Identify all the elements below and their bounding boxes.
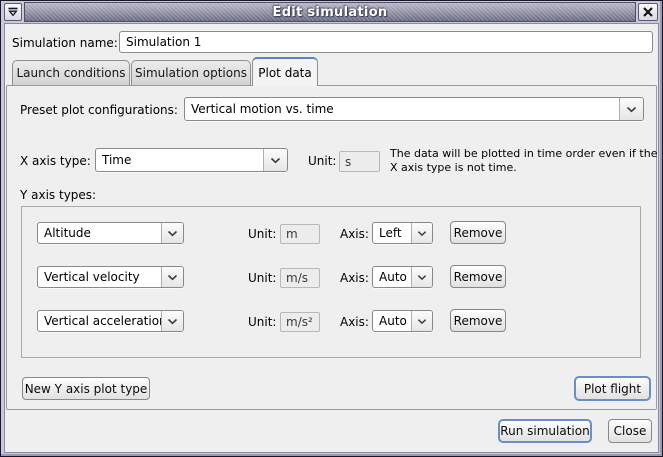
- chevron-down-icon: [411, 267, 432, 287]
- x-axis-unit-field: s: [339, 151, 380, 172]
- combo-value: Vertical acceleration: [38, 311, 161, 331]
- combo-value: Vertical velocity: [38, 267, 161, 287]
- remove-button[interactable]: Remove: [450, 265, 506, 288]
- window-menu-button[interactable]: [4, 3, 22, 21]
- edit-simulation-dialog: Edit simulation Simulation name: Launch …: [0, 0, 663, 457]
- x-axis-note: The data will be plotted in time order e…: [390, 147, 663, 175]
- run-simulation-button-label: Run simulation: [500, 424, 589, 438]
- plot-flight-button[interactable]: Plot flight: [574, 376, 651, 401]
- preset-plot-combobox[interactable]: Vertical motion vs. time: [184, 97, 644, 121]
- preset-plot-label: Preset plot configurations:: [20, 103, 178, 117]
- remove-button-label: Remove: [454, 314, 503, 328]
- axis-combobox[interactable]: Auto: [372, 310, 433, 332]
- y-unit-field: m/s: [280, 268, 320, 288]
- y-unit-label: Unit:: [248, 271, 276, 285]
- close-dialog-button[interactable]: Close: [608, 419, 652, 443]
- y-unit-field: m/s²: [280, 312, 320, 332]
- simulation-name-input[interactable]: [119, 31, 653, 53]
- titlebar: Edit simulation: [24, 2, 636, 22]
- window-menu-icon: [7, 6, 19, 18]
- y-type-combobox[interactable]: Vertical velocity: [37, 266, 184, 288]
- chevron-down-icon: [411, 311, 432, 331]
- simulation-name-label: Simulation name:: [12, 36, 118, 50]
- y-unit-field: m: [280, 224, 320, 244]
- remove-button-label: Remove: [454, 226, 503, 240]
- tab-label: Simulation options: [135, 66, 247, 80]
- chevron-down-icon: [411, 223, 432, 243]
- combo-value: Left: [373, 223, 411, 243]
- x-axis-unit-label: Unit:: [308, 154, 336, 168]
- remove-button[interactable]: Remove: [450, 221, 506, 244]
- combo-value: Auto: [373, 311, 411, 331]
- plot-flight-button-label: Plot flight: [584, 382, 641, 396]
- y-axis-types-label: Y axis types:: [20, 188, 96, 202]
- x-axis-type-combobox[interactable]: Time: [95, 148, 288, 172]
- axis-side-label: Axis:: [340, 271, 369, 285]
- chevron-down-icon: [263, 149, 287, 171]
- y-unit-label: Unit:: [248, 227, 276, 241]
- combo-value: Auto: [373, 267, 411, 287]
- tab-label: Plot data: [258, 66, 311, 80]
- axis-side-label: Axis:: [340, 227, 369, 241]
- close-button[interactable]: [638, 3, 658, 21]
- chevron-down-icon: [161, 267, 183, 287]
- remove-button[interactable]: Remove: [450, 309, 506, 332]
- axis-combobox[interactable]: Left: [372, 222, 433, 244]
- run-simulation-button[interactable]: Run simulation: [498, 419, 592, 443]
- axis-side-label: Axis:: [340, 315, 369, 329]
- window-title: Edit simulation: [273, 5, 388, 20]
- chevron-down-icon: [161, 223, 183, 243]
- chevron-down-icon: [619, 98, 643, 120]
- combo-value: Time: [96, 149, 263, 171]
- remove-button-label: Remove: [454, 270, 503, 284]
- close-dialog-button-label: Close: [614, 424, 647, 438]
- combo-value: Altitude: [38, 223, 161, 243]
- tab-launch-conditions[interactable]: Launch conditions: [12, 60, 130, 85]
- close-icon: [642, 6, 654, 18]
- y-type-combobox[interactable]: Altitude: [37, 222, 184, 244]
- tab-label: Launch conditions: [16, 66, 125, 80]
- combo-value: Vertical motion vs. time: [185, 98, 619, 120]
- tab-plot-data[interactable]: Plot data: [252, 57, 318, 86]
- axis-combobox[interactable]: Auto: [372, 266, 433, 288]
- new-y-axis-button[interactable]: New Y axis plot type: [22, 377, 150, 400]
- chevron-down-icon: [161, 311, 183, 331]
- x-axis-type-label: X axis type:: [20, 154, 91, 168]
- y-unit-label: Unit:: [248, 315, 276, 329]
- y-type-combobox[interactable]: Vertical acceleration: [37, 310, 184, 332]
- tab-simulation-options[interactable]: Simulation options: [131, 60, 251, 85]
- new-y-axis-button-label: New Y axis plot type: [25, 382, 148, 396]
